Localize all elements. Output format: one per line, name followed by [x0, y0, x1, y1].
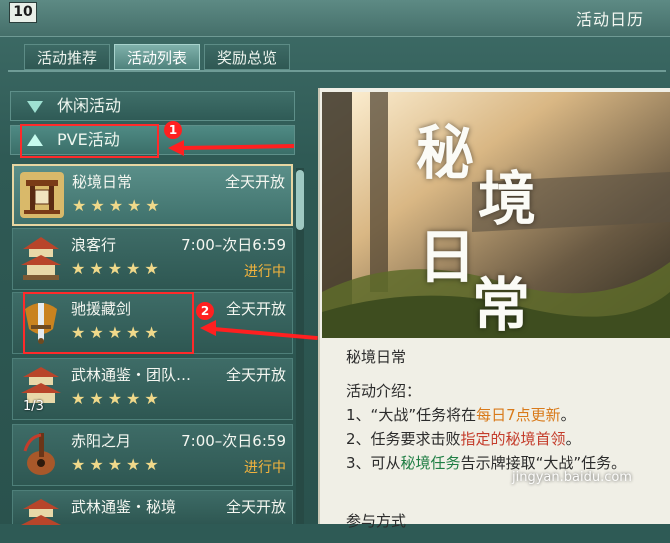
activity-name: 赤阳之月 [71, 432, 132, 450]
level-badge: 10 [9, 2, 37, 23]
intro-line-highlight: 秘境任务 [400, 454, 461, 472]
difficulty-stars: ★★★★★ [71, 259, 163, 278]
activity-calendar-window: 10 活动日历 活动推荐 活动列表 奖励总览 休闲活动 PVE活动 秘境日常 全… [0, 0, 670, 530]
intro-line-1: 1、“大战”任务将在每日7点更新。 [346, 404, 576, 425]
participation-heading: 参与方式 [346, 512, 407, 530]
activity-name: 武林通鉴・团队… [71, 366, 192, 384]
window-title: 活动日历 [575, 10, 644, 29]
activity-name: 武林通鉴・秘境 [71, 498, 177, 516]
pipa-lute-icon [23, 433, 55, 475]
activity-time: 全天开放 [225, 366, 286, 384]
intro-line-text: 。 [565, 430, 581, 448]
intro-line-text: 2、任务要求击败 [346, 430, 461, 448]
banner-title-char: 日 [418, 223, 477, 291]
activity-item-wulin-mijing[interactable]: 武林通鉴・秘境 全天开放 [12, 490, 293, 525]
activity-item-wulin-team[interactable]: 武林通鉴・团队… 全天开放 ★★★★★ 1/3 [12, 358, 293, 420]
watermark: jingyan.baidu.com [512, 470, 632, 485]
annotation-badge-2: 2 [196, 302, 214, 320]
pagoda-icon [21, 237, 61, 280]
intro-line-text: 3、可从 [346, 454, 401, 472]
activity-item-langkexing[interactable]: 浪客行 7:00–次日6:59 ★★★★★ 进行中 [12, 228, 293, 290]
activity-time: 全天开放 [224, 173, 285, 191]
expand-down-icon [27, 101, 43, 113]
highlight-box-pve [20, 124, 159, 158]
pagoda-icon [21, 499, 61, 525]
activity-time: 全天开放 [225, 498, 286, 516]
activity-name: 秘境日常 [72, 173, 133, 191]
detail-title: 秘境日常 [346, 348, 407, 366]
banner-title-char: 境 [478, 165, 537, 233]
category-leisure-label: 休闲活动 [57, 96, 122, 115]
activity-item-chiyang-moon[interactable]: 赤阳之月 7:00–次日6:59 ★★★★★ 进行中 [12, 424, 293, 486]
intro-line-highlight: 每日7点更新 [476, 406, 561, 424]
in-progress-label: 进行中 [244, 264, 286, 280]
intro-line-text: 。 [560, 406, 576, 424]
intro-line-text: 1、“大战”任务将在 [346, 406, 477, 424]
tab-rewards-overview[interactable]: 奖励总览 [204, 44, 291, 70]
difficulty-stars: ★★★★★ [71, 455, 163, 474]
tab-activity-list[interactable]: 活动列表 [114, 44, 201, 70]
banner-title-char: 常 [472, 271, 531, 338]
list-scrollbar-thumb[interactable] [296, 170, 304, 230]
difficulty-stars: ★★★★★ [72, 196, 164, 215]
in-progress-label: 进行中 [244, 460, 286, 476]
activity-banner-image: 秘 境 日 常 [322, 92, 670, 338]
intro-line-2: 2、任务要求击败指定的秘境首领。 [346, 428, 581, 449]
activity-time: 7:00–次日6:59 [181, 236, 286, 254]
highlight-box-chiyuan [23, 292, 194, 354]
tab-divider [8, 70, 666, 72]
annotation-badge-1: 1 [164, 121, 182, 139]
difficulty-stars: ★★★★★ [71, 389, 163, 408]
intro-heading: 活动介绍： [346, 382, 422, 400]
progress-count: 1/3 [23, 399, 44, 414]
banner-title-char: 秘 [416, 119, 475, 187]
tab-bar: 活动推荐 活动列表 奖励总览 [24, 44, 291, 70]
activity-time: 7:00–次日6:59 [181, 432, 286, 450]
activity-time: 全天开放 [225, 300, 286, 318]
intro-line-highlight: 指定的秘境首领 [460, 430, 566, 448]
activity-name: 浪客行 [71, 236, 117, 254]
activity-item-mijing-daily[interactable]: 秘境日常 全天开放 ★★★★★ [12, 164, 293, 226]
temple-gate-icon [20, 172, 64, 218]
tab-recommended[interactable]: 活动推荐 [24, 44, 111, 70]
title-bar: 10 活动日历 [0, 0, 670, 37]
category-leisure[interactable]: 休闲活动 [10, 91, 295, 121]
